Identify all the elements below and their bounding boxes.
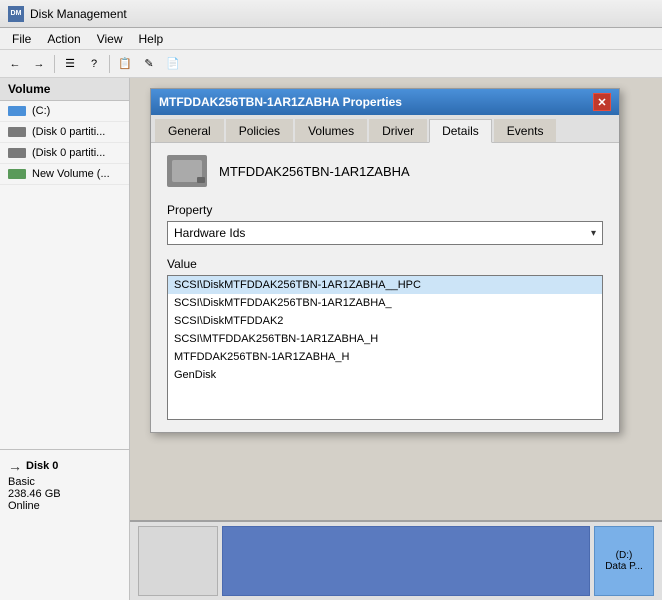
data-label: Data P... [605,561,643,572]
device-name: MTFDDAK256TBN-1AR1ZABHA [219,164,410,179]
sidebar-item-partition1[interactable]: (Disk 0 partiti... [0,122,129,143]
disk-arrow-icon: → [8,458,22,474]
partition2-indicator [8,148,26,158]
dialog-body: MTFDDAK256TBN-1AR1ZABHA Property Hardwar… [151,143,619,432]
toolbar-back-btn[interactable]: ← [4,53,26,75]
disk-type: Basic [8,476,122,488]
sidebar: Volume (C:) (Disk 0 partiti... (Disk 0 p… [0,78,130,600]
sidebar-item-c[interactable]: (C:) [0,101,129,122]
main-area: Volume (C:) (Disk 0 partiti... (Disk 0 p… [0,78,662,600]
disk0-partition-box [222,526,590,596]
disk-label: Disk 0 [26,460,58,472]
tab-events[interactable]: Events [494,119,557,142]
value-item-1[interactable]: SCSI\DiskMTFDDAK256TBN-1AR1ZABHA_ [168,294,602,312]
disk0-label-box [138,526,218,596]
sidebar-item-partition1-label: (Disk 0 partiti... [32,126,105,138]
disk-status: Online [8,500,122,512]
menu-bar: File Action View Help [0,28,662,50]
tab-volumes[interactable]: Volumes [295,119,367,142]
properties-dialog: MTFDDAK256TBN-1AR1ZABHA Properties ✕ Gen… [150,88,620,433]
property-dropdown[interactable]: Hardware Ids ▾ [167,221,603,245]
tab-policies[interactable]: Policies [226,119,293,142]
menu-help[interactable]: Help [131,30,172,48]
sidebar-item-partition2[interactable]: (Disk 0 partiti... [0,143,129,164]
content-area: MTFDDAK256TBN-1AR1ZABHA Properties ✕ Gen… [130,78,662,600]
device-header: MTFDDAK256TBN-1AR1ZABHA [167,155,603,187]
c-drive-indicator [8,106,26,116]
value-list[interactable]: SCSI\DiskMTFDDAK256TBN-1AR1ZABHA__HPC SC… [167,275,603,420]
value-item-3[interactable]: SCSI\MTFDDAK256TBN-1AR1ZABHA_H [168,330,602,348]
d-drive-label: (D:) [616,550,633,561]
newvol-indicator [8,169,26,179]
partition1-indicator [8,127,26,137]
tab-bar: General Policies Volumes Driver Details … [151,115,619,143]
toolbar-edit-btn[interactable]: ✎ [138,53,160,75]
sidebar-header: Volume [0,78,129,101]
toolbar: ← → ☰ ? 📋 ✎ 📄 [0,50,662,78]
toolbar-doc-btn[interactable]: 📄 [162,53,184,75]
toolbar-copy-btn[interactable]: 📋 [114,53,136,75]
dialog-title: MTFDDAK256TBN-1AR1ZABHA Properties [159,95,402,109]
dropdown-arrow-icon: ▾ [591,228,596,239]
dialog-title-bar: MTFDDAK256TBN-1AR1ZABHA Properties ✕ [151,89,619,115]
toolbar-list-btn[interactable]: ☰ [59,53,81,75]
tab-driver[interactable]: Driver [369,119,427,142]
toolbar-separator-2 [109,55,110,73]
disk-info-label: → Disk 0 [8,458,122,474]
menu-file[interactable]: File [4,30,39,48]
value-label: Value [167,257,603,271]
device-icon [167,155,207,187]
disk-info-panel: → Disk 0 Basic 238.46 GB Online [0,449,130,520]
value-item-4[interactable]: MTFDDAK256TBN-1AR1ZABHA_H [168,348,602,366]
sidebar-item-partition2-label: (Disk 0 partiti... [32,147,105,159]
d-drive-box: (D:) Data P... [594,526,654,596]
sidebar-item-newvol-label: New Volume (... [32,168,110,180]
toolbar-separator-1 [54,55,55,73]
window-icon: DM [8,6,24,22]
property-label: Property [167,203,603,217]
bottom-disk-panel: (D:) Data P... [130,520,662,600]
value-item-2[interactable]: SCSI\DiskMTFDDAK2 [168,312,602,330]
tab-general[interactable]: General [155,119,224,142]
sidebar-item-newvol[interactable]: New Volume (... [0,164,129,185]
tab-details[interactable]: Details [429,119,492,143]
disk-size: 238.46 GB [8,488,122,500]
value-item-5[interactable]: GenDisk [168,366,602,384]
value-item-0[interactable]: SCSI\DiskMTFDDAK256TBN-1AR1ZABHA__HPC [168,276,602,294]
toolbar-help-btn[interactable]: ? [83,53,105,75]
menu-action[interactable]: Action [39,30,88,48]
title-bar: DM Disk Management [0,0,662,28]
property-dropdown-value: Hardware Ids [174,226,245,240]
toolbar-forward-btn[interactable]: → [28,53,50,75]
dialog-close-button[interactable]: ✕ [593,93,611,111]
disk-management-window: DM Disk Management File Action View Help… [0,0,662,600]
window-title: Disk Management [30,7,127,21]
menu-view[interactable]: View [89,30,131,48]
sidebar-item-c-label: (C:) [32,105,50,117]
